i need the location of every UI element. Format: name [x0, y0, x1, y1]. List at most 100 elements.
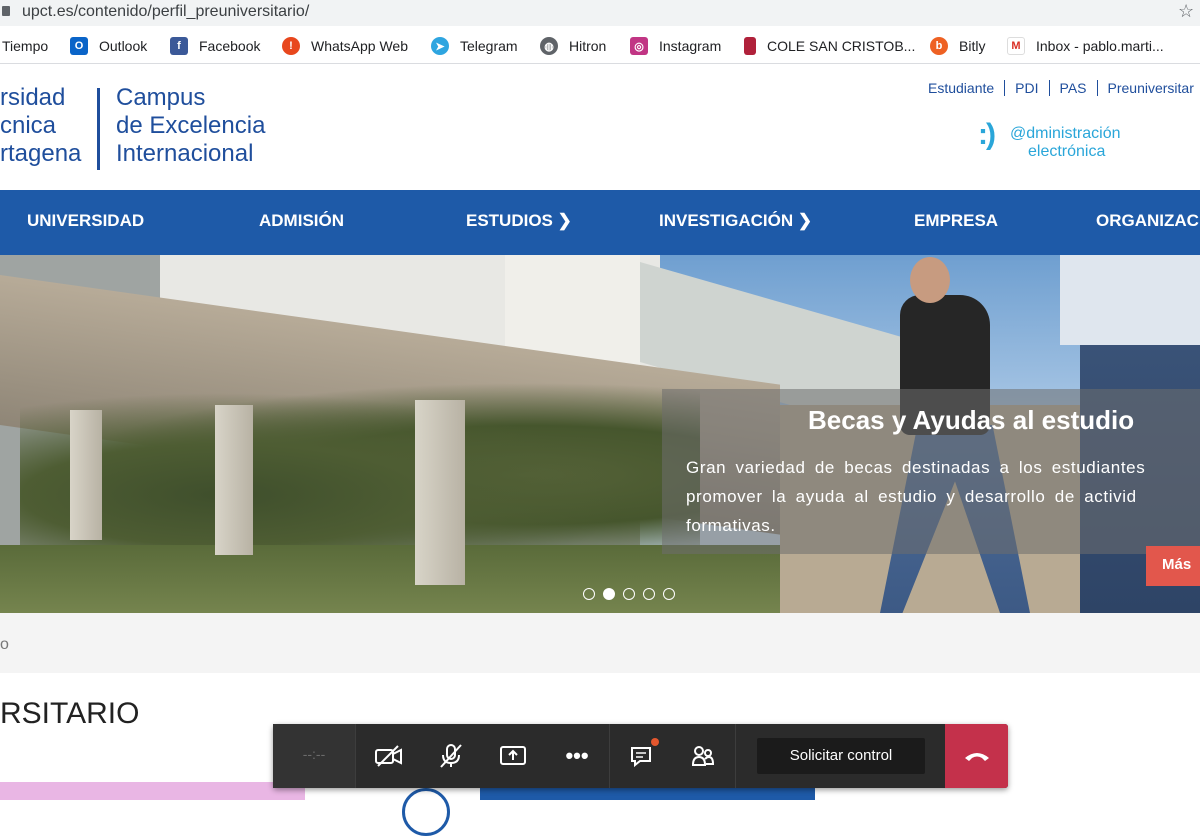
- hero-student-body: [1060, 255, 1200, 345]
- hero-lawn: [0, 545, 780, 613]
- whatsapp-icon: !: [282, 37, 300, 55]
- bookmark-label: Facebook: [199, 38, 260, 54]
- logo-line: Campus: [116, 84, 265, 112]
- share-screen-button[interactable]: [497, 740, 529, 772]
- logo-line: Internacional: [116, 140, 265, 168]
- hero-post: [415, 400, 465, 585]
- eadmin-text: @dministración electrónica: [1010, 125, 1160, 161]
- participants-icon: [690, 743, 716, 769]
- eadmin-line: electrónica: [1010, 143, 1160, 161]
- eadmin-line: @dministración: [1010, 125, 1121, 142]
- nav-investigacion[interactable]: INVESTIGACIÓN ❯: [659, 211, 812, 231]
- bookmark-gmail[interactable]: M Inbox - pablo.marti...: [1007, 36, 1164, 56]
- hero-student-head: [910, 257, 950, 303]
- meeting-toolbar: --:-- •••: [273, 724, 1008, 788]
- instagram-icon: ◎: [630, 37, 648, 55]
- slider-dot-active[interactable]: [603, 588, 615, 600]
- gmail-icon: M: [1007, 37, 1025, 55]
- logo-line: rtagena: [0, 140, 81, 168]
- bookmark-hitron[interactable]: ◍ Hitron: [540, 36, 606, 56]
- page-title: RSITARIO: [0, 697, 139, 731]
- bookmark-label: Outlook: [99, 38, 147, 54]
- facebook-icon: f: [170, 37, 188, 55]
- bookmark-label: Telegram: [460, 38, 518, 54]
- bookmark-facebook[interactable]: f Facebook: [170, 36, 260, 56]
- bookmark-label: Tiempo: [2, 38, 48, 54]
- hero-post: [70, 410, 102, 540]
- logo-divider: [97, 88, 100, 170]
- slider-dots: [583, 588, 683, 600]
- chat-icon: [628, 744, 654, 768]
- link-preuniversitario[interactable]: Preuniversitar: [1097, 80, 1200, 96]
- bitly-icon: b: [930, 37, 948, 55]
- nav-estudios[interactable]: ESTUDIOS ❯: [466, 211, 572, 231]
- nav-universidad[interactable]: UNIVERSIDAD: [27, 211, 144, 231]
- bookmark-bitly[interactable]: b Bitly: [930, 36, 985, 56]
- toolbar-divider: [609, 724, 610, 788]
- bookmarks-bar: Tiempo O Outlook f Facebook ! WhatsApp W…: [0, 26, 1200, 64]
- link-pas[interactable]: PAS: [1049, 80, 1097, 96]
- hero-title: Becas y Ayudas al estudio: [808, 405, 1134, 436]
- breadcrumb-text[interactable]: o: [0, 636, 9, 654]
- chat-button[interactable]: [625, 740, 657, 772]
- phone-hangup-icon: [963, 748, 991, 764]
- participants-button[interactable]: [687, 740, 719, 772]
- camera-off-icon: [374, 744, 404, 768]
- hero-caption: Becas y Ayudas al estudio Gran variedad …: [662, 389, 1200, 554]
- share-screen-icon: [499, 744, 527, 768]
- logo-line: cnica: [0, 112, 81, 140]
- hero-text: Gran variedad de becas destinadas a los …: [686, 453, 1200, 540]
- url-field[interactable]: upct.es/contenido/perfil_preuniversitari…: [22, 3, 309, 21]
- bookmark-label: Bitly: [959, 38, 985, 54]
- browser-address-bar: upct.es/contenido/perfil_preuniversitari…: [0, 0, 1200, 26]
- nav-organizacion[interactable]: ORGANIZAC: [1096, 211, 1199, 231]
- nav-empresa[interactable]: EMPRESA: [914, 211, 998, 231]
- logo-line: rsidad: [0, 84, 81, 112]
- content-card-blue: [480, 787, 815, 800]
- lock-icon: [2, 6, 10, 16]
- bookmark-telegram[interactable]: ➤ Telegram: [431, 36, 518, 56]
- mic-off-icon: [438, 743, 464, 769]
- call-timer: --:--: [273, 724, 355, 788]
- bookmark-label: Hitron: [569, 38, 606, 54]
- slider-dot[interactable]: [663, 588, 675, 600]
- slider-dot[interactable]: [623, 588, 635, 600]
- school-icon: [744, 37, 756, 55]
- mic-off-button[interactable]: [435, 740, 467, 772]
- outlook-icon: O: [70, 37, 88, 55]
- content-card-pink: [0, 782, 305, 800]
- link-pdi[interactable]: PDI: [1004, 80, 1048, 96]
- bookmark-star-icon[interactable]: ☆: [1178, 1, 1194, 22]
- nav-admision[interactable]: ADMISIÓN: [259, 211, 344, 231]
- request-control-button[interactable]: Solicitar control: [757, 738, 925, 774]
- university-logo[interactable]: rsidad cnica rtagena: [0, 84, 81, 168]
- telegram-icon: ➤: [431, 37, 449, 55]
- bookmark-whatsapp[interactable]: ! WhatsApp Web: [282, 36, 408, 56]
- main-nav: UNIVERSIDAD ADMISIÓN ESTUDIOS ❯ INVESTIG…: [0, 190, 1200, 255]
- toolbar-divider: [355, 724, 356, 788]
- more-options-button[interactable]: •••: [561, 740, 593, 772]
- bookmark-instagram[interactable]: ◎ Instagram: [630, 36, 721, 56]
- chat-notification-dot: [651, 738, 659, 746]
- bookmark-tiempo[interactable]: Tiempo: [2, 36, 48, 56]
- bookmark-label: WhatsApp Web: [311, 38, 408, 54]
- hero-post: [215, 405, 253, 555]
- campus-excelencia-logo[interactable]: Campus de Excelencia Internacional: [116, 84, 265, 168]
- logo-line: de Excelencia: [116, 112, 265, 140]
- link-estudiante[interactable]: Estudiante: [928, 80, 1004, 96]
- toolbar-divider: [735, 724, 736, 788]
- globe-icon: ◍: [540, 37, 558, 55]
- content-icon-circle: [402, 788, 450, 836]
- bookmark-label: Inbox - pablo.marti...: [1036, 38, 1164, 54]
- mas-button[interactable]: Más: [1146, 546, 1200, 586]
- slider-dot[interactable]: [643, 588, 655, 600]
- bookmark-label: COLE SAN CRISTOB...: [767, 38, 915, 54]
- bookmark-cole[interactable]: COLE SAN CRISTOB...: [744, 36, 915, 56]
- slider-dot[interactable]: [583, 588, 595, 600]
- camera-off-button[interactable]: [373, 740, 405, 772]
- site-header: rsidad cnica rtagena Campus de Excelenci…: [0, 64, 1200, 190]
- more-icon: •••: [565, 743, 588, 769]
- hang-up-button[interactable]: [945, 724, 1008, 788]
- profile-links: Estudiante PDI PAS Preuniversitar: [928, 80, 1200, 96]
- bookmark-outlook[interactable]: O Outlook: [70, 36, 147, 56]
